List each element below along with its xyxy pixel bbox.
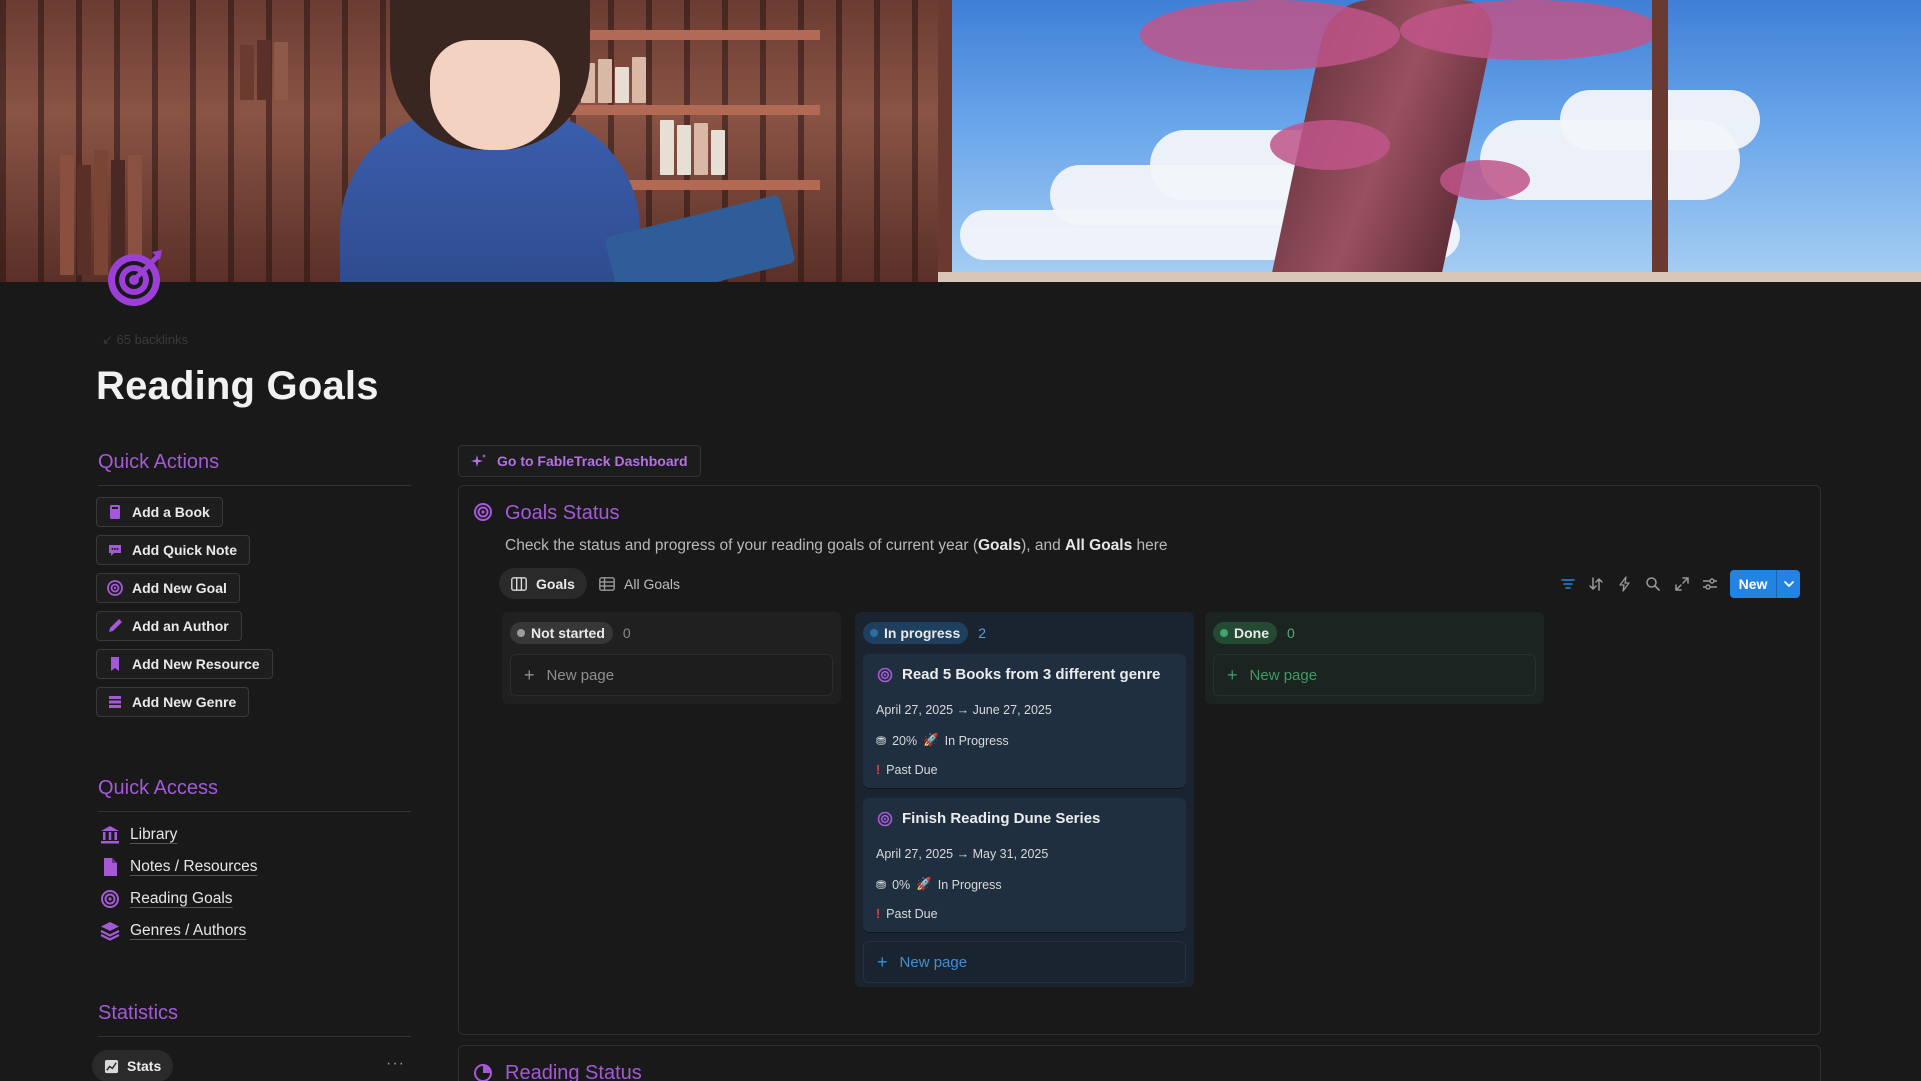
plus-icon: + [524, 664, 535, 685]
board-icon [511, 576, 527, 591]
status-badge: Not started [510, 622, 613, 644]
due-row: ! Past Due [876, 763, 938, 777]
quick-access-notes-resources[interactable]: Notes / Resources [100, 857, 258, 877]
board-column-done: Done 0 + New page [1205, 612, 1544, 704]
quick-actions-heading: Quick Actions [98, 451, 220, 473]
rocket-icon: 🚀 [923, 733, 939, 747]
target-icon [107, 580, 123, 596]
settings-sliders-icon[interactable] [1702, 576, 1718, 592]
document-icon [104, 858, 117, 876]
column-count: 0 [1287, 625, 1295, 641]
statistics-heading: Statistics [98, 1002, 179, 1024]
go-to-dashboard-button[interactable]: Go to FableTrack Dashboard [458, 445, 701, 477]
target-icon [877, 811, 893, 826]
exclamation-icon: ! [876, 763, 881, 777]
date-range: April 27, 2025 → June 27, 2025 [876, 703, 1052, 717]
date-range: April 27, 2025 → May 31, 2025 [876, 847, 1049, 861]
tab-goals[interactable]: Goals [499, 568, 587, 599]
progress-row: ⛃ 0% 🚀 In Progress [876, 877, 1002, 892]
chart-icon [104, 1059, 119, 1073]
page-title: Reading Goals [96, 364, 379, 408]
divider [98, 485, 411, 486]
stats-view-tab[interactable]: Stats [92, 1050, 174, 1081]
reading-status-title: Reading Status [505, 1062, 642, 1081]
table-icon [599, 576, 615, 591]
automation-bolt-icon[interactable] [1617, 576, 1633, 592]
rocket-icon: 🚀 [916, 877, 932, 891]
due-row: ! Past Due [876, 907, 938, 921]
stack-icon [109, 696, 121, 708]
goal-card[interactable]: Read 5 Books from 3 different genre Apri… [863, 654, 1186, 788]
add-author-button[interactable]: Add an Author [96, 611, 242, 641]
board-column-not-started: Not started 0 + New page [502, 612, 841, 704]
target-icon [101, 890, 119, 908]
exclamation-icon: ! [876, 907, 881, 921]
divider [98, 1036, 411, 1037]
status-badge: Done [1213, 622, 1277, 644]
board-column-in-progress: In progress 2 Read 5 Books from 3 differ… [855, 612, 1194, 987]
filter-icon[interactable] [1560, 576, 1576, 592]
goals-status-title: Goals Status [505, 502, 620, 524]
plus-icon: + [877, 951, 888, 972]
target-icon[interactable] [104, 246, 168, 310]
building-columns-icon [101, 826, 119, 844]
backlinks-count[interactable]: ↙ 65 backlinks [102, 332, 188, 348]
pen-icon [109, 619, 122, 632]
reading-status-panel [458, 1045, 1821, 1081]
goals-status-description: Check the status and progress of your re… [505, 537, 1168, 554]
add-new-goal-button[interactable]: Add New Goal [96, 573, 240, 603]
database-icon: ⛃ [876, 733, 887, 748]
divider [98, 811, 411, 812]
expand-icon[interactable] [1674, 576, 1690, 592]
pie-chart-icon [474, 1064, 492, 1081]
search-icon[interactable] [1645, 576, 1661, 592]
quick-access-library[interactable]: Library [100, 825, 177, 845]
chevron-down-icon[interactable] [1777, 580, 1800, 588]
sort-icon[interactable] [1588, 576, 1604, 592]
layers-icon [100, 922, 120, 941]
target-icon [877, 667, 893, 682]
add-new-resource-button[interactable]: Add New Resource [96, 649, 273, 679]
column-count: 2 [978, 625, 987, 641]
database-icon: ⛃ [876, 877, 887, 892]
book-icon [110, 505, 120, 519]
quick-access-heading: Quick Access [98, 777, 219, 799]
add-quick-note-button[interactable]: Add Quick Note [96, 535, 251, 565]
tab-all-goals[interactable]: All Goals [587, 568, 692, 599]
new-page-button[interactable]: + New page [1213, 654, 1536, 696]
new-page-button[interactable]: + New page [863, 941, 1186, 983]
quick-access-reading-goals[interactable]: Reading Goals [100, 889, 233, 909]
new-page-button[interactable]: + New page [510, 654, 833, 696]
status-badge: In progress [863, 622, 969, 644]
sparkle-icon [471, 454, 486, 467]
new-button[interactable]: New [1730, 570, 1800, 598]
chat-bubble-icon [109, 545, 121, 556]
bookmark-icon [111, 657, 119, 671]
quick-access-genres-authors[interactable]: Genres / Authors [100, 921, 246, 941]
target-icon [474, 503, 492, 521]
add-book-button[interactable]: Add a Book [96, 497, 223, 527]
add-new-genre-button[interactable]: Add New Genre [96, 687, 250, 717]
cover-image [0, 0, 1921, 282]
more-options-button[interactable]: ··· [386, 1055, 405, 1073]
column-count: 0 [622, 625, 631, 641]
plus-icon: + [1227, 664, 1238, 685]
progress-row: ⛃ 20% 🚀 In Progress [876, 733, 1009, 748]
goal-card[interactable]: Finish Reading Dune Series April 27, 202… [863, 798, 1186, 932]
